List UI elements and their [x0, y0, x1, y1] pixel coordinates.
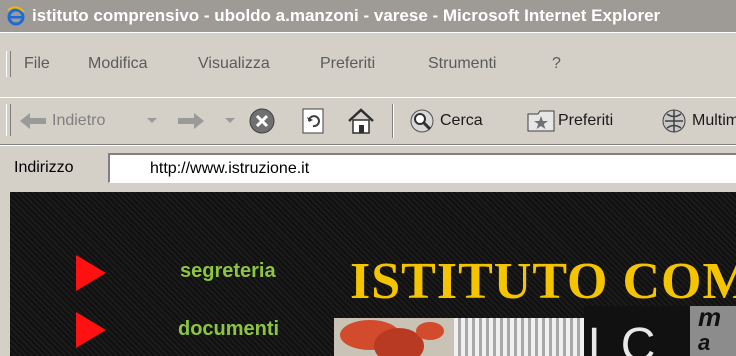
menu-visualizza[interactable]: Visualizza: [198, 55, 270, 73]
window-edge: [0, 192, 10, 356]
favorites-label: Preferiti: [558, 112, 614, 129]
menu-modifica[interactable]: Modifica: [88, 55, 148, 73]
nav-link-documenti[interactable]: documenti: [178, 318, 279, 341]
menu-preferiti[interactable]: Preferiti: [320, 55, 375, 73]
chevron-down-icon: [225, 118, 235, 123]
stop-button[interactable]: [248, 98, 276, 144]
favorites-icon: [527, 110, 555, 132]
nav-arrow-icon: [76, 255, 106, 291]
menu-file[interactable]: File: [24, 55, 50, 73]
back-label: Indietro: [52, 112, 106, 129]
menu-help[interactable]: ?: [552, 55, 561, 73]
toolbar-grip[interactable]: [6, 104, 11, 136]
toolbar-separator: [392, 104, 394, 138]
search-button[interactable]: Cerca: [406, 98, 483, 144]
address-label: Indirizzo: [14, 159, 74, 176]
window-title: istituto comprensivo - uboldo a.manzoni …: [32, 6, 661, 25]
back-button[interactable]: Indietro: [18, 98, 105, 144]
forward-arrow-icon: [178, 113, 204, 129]
search-icon: [410, 109, 434, 133]
favorites-button[interactable]: Preferiti: [526, 98, 613, 144]
stop-icon: [249, 108, 275, 134]
logo-letters: LC: [588, 319, 662, 356]
menu-bar: File Modifica Visualizza Preferiti Strum…: [0, 32, 736, 97]
address-input[interactable]: http://www.istruzione.it: [108, 153, 736, 183]
nav-arrow-icon: [76, 312, 106, 348]
search-label: Cerca: [440, 112, 483, 129]
media-label: Multimedia: [692, 112, 736, 129]
refresh-icon: [302, 108, 324, 134]
banner-title: ISTITUTO COMPRENSIVO: [350, 253, 736, 310]
back-arrow-icon: [20, 113, 46, 129]
home-button[interactable]: [346, 98, 376, 144]
logo-m: m: [698, 302, 722, 332]
media-button[interactable]: Multimedia: [660, 98, 736, 144]
banner-photo: [334, 318, 584, 356]
back-dropdown[interactable]: [146, 98, 158, 144]
logo-a: a: [698, 330, 711, 355]
refresh-button[interactable]: [300, 98, 326, 144]
nav-link-segreteria[interactable]: segreteria: [180, 260, 276, 283]
standard-toolbar: Indietro Cerca Preferiti Multim: [0, 97, 736, 145]
chevron-down-icon: [147, 118, 157, 123]
ie-logo-icon: [7, 6, 25, 26]
menu-strumenti[interactable]: Strumenti: [428, 55, 496, 73]
address-bar: Indirizzo http://www.istruzione.it: [0, 145, 736, 193]
home-icon: [348, 108, 374, 134]
title-bar: istituto comprensivo - uboldo a.manzoni …: [0, 0, 736, 32]
media-icon: [662, 109, 686, 133]
address-value[interactable]: http://www.istruzione.it: [150, 160, 309, 178]
forward-dropdown[interactable]: [224, 98, 236, 144]
page-content: segreteria documenti ISTITUTO COMPRENSIV…: [0, 192, 736, 356]
menu-grip[interactable]: [6, 51, 11, 77]
forward-button[interactable]: [176, 98, 206, 144]
